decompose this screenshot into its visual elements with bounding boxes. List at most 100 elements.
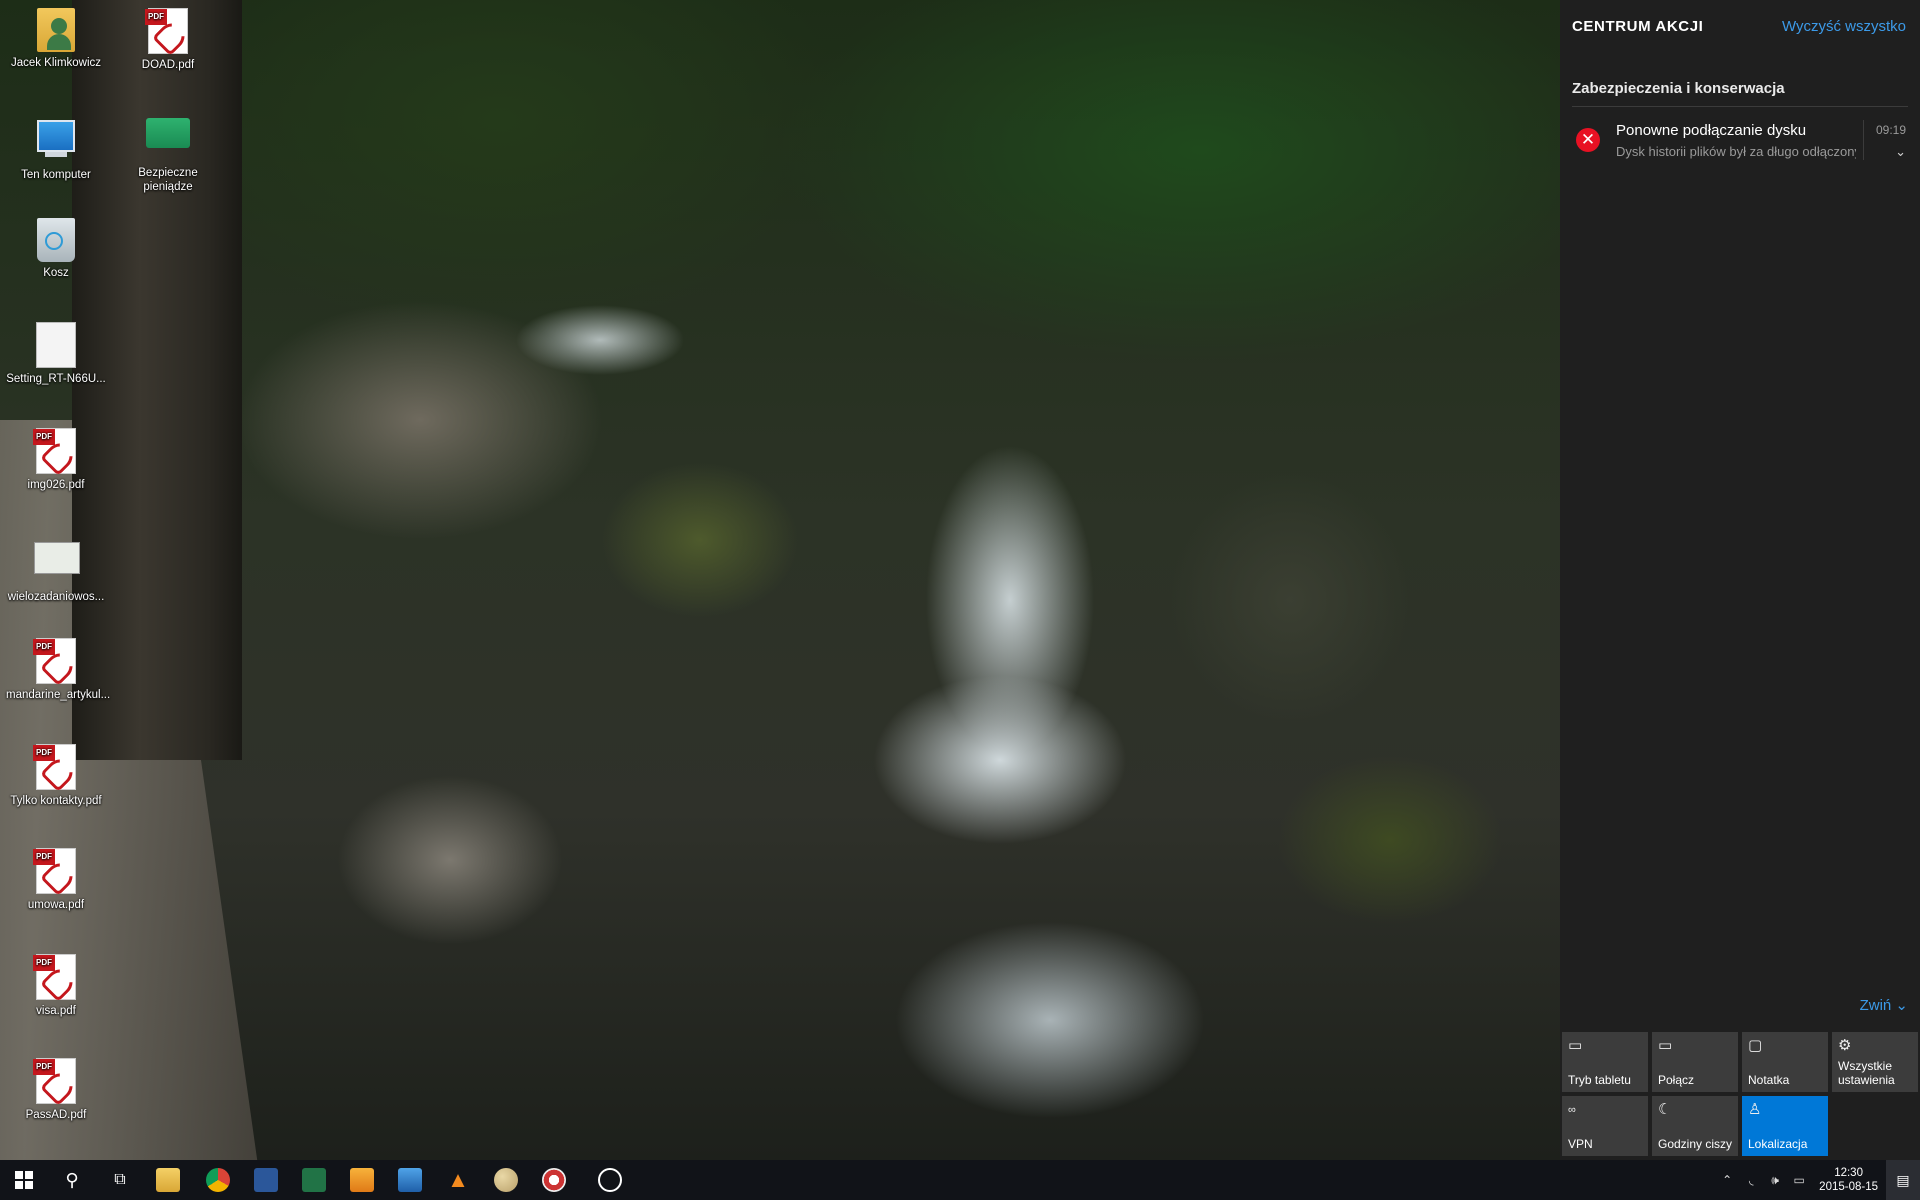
desktop-icon-doad-pdf[interactable]: PDF DOAD.pdf [118,8,218,72]
shortcut-icon [146,118,190,162]
pdf-file-icon: PDF [33,954,79,1003]
desktop-icon-mandarine-pdf[interactable]: PDF mandarine_artykul... [6,638,110,702]
action-center-icon: ▤ [1896,1171,1910,1188]
taskbar-media-player[interactable] [338,1160,386,1200]
file-explorer-icon [156,1168,180,1192]
taskbar-chrome[interactable] [194,1160,242,1200]
quick-action-location[interactable]: ♙ Lokalizacja [1742,1096,1828,1156]
task-view-button[interactable]: ⧉ [96,1160,144,1200]
location-icon: ♙ [1748,1101,1762,1118]
desktop-icon-label: Ten komputer [21,169,91,181]
desktop-icon-umowa-pdf[interactable]: PDF umowa.pdf [6,848,106,912]
desktop-icon-bezpieczne-pieniadze[interactable]: Bezpieczne pieniądze [118,112,218,194]
taskbar-file-explorer[interactable] [144,1160,192,1200]
connect-icon: ▭ [1658,1037,1673,1054]
pdf-file-icon: PDF [33,638,79,687]
gear-icon: ⚙ [1838,1037,1852,1054]
desktop-icon-label: Setting_RT-N66U... [6,373,106,385]
taskbar-word[interactable] [242,1160,290,1200]
taskbar-app[interactable] [530,1160,578,1200]
quick-action-quiet-hours[interactable]: ☾ Godziny ciszy [1652,1096,1738,1156]
quick-action-label: Godziny ciszy [1658,1137,1733,1151]
vpn-icon: ∞ [1568,1104,1576,1116]
remote-desktop-icon [398,1168,422,1192]
desktop-icon-tylko-kontakty-pdf[interactable]: PDF Tylko kontakty.pdf [6,744,106,808]
computer-icon [37,120,75,164]
desktop-icon-this-pc[interactable]: Ten komputer [6,112,106,182]
quick-action-connect[interactable]: ▭ Połącz [1652,1032,1738,1092]
clear-all-link[interactable]: Wyczyść wszystko [1782,18,1906,35]
quick-action-note[interactable]: ▢ Notatka [1742,1032,1828,1092]
taskbar: ⚲ ⧉ ▲ ⌃ ◟ 🕪 ▭ 12:30 2015-08-15 ▤ [0,1160,1920,1200]
group-divider [1572,106,1908,107]
word-icon [254,1168,278,1192]
clock-date: 2015-08-15 [1819,1181,1878,1193]
quick-action-vpn[interactable]: ∞ VPN [1562,1096,1648,1156]
desktop-icon-recycle-bin[interactable]: Kosz [6,218,106,280]
quick-action-label: Połącz [1658,1073,1695,1087]
quick-action-label: Wszystkie ustawienia [1838,1059,1895,1087]
user-folder-icon [37,8,75,52]
excel-icon [302,1168,326,1192]
desktop-icon-user-folder[interactable]: Jacek Klimkowicz [6,8,106,70]
desktop-icon-passad-pdf[interactable]: PDF PassAD.pdf [6,1058,106,1122]
collapse-link[interactable]: Zwiń ⌄ [1860,996,1908,1014]
collapse-label: Zwiń [1859,997,1892,1014]
notification-divider [1863,120,1864,160]
desktop-icon-label: Bezpieczne pieniądze [138,167,198,193]
paint-icon [494,1168,518,1192]
power-icon[interactable]: ▭ [1787,1173,1811,1187]
action-center-title: CENTRUM AKCJI [1572,18,1704,35]
moon-icon: ☾ [1658,1101,1672,1118]
chevron-up-icon[interactable]: ⌃ [1715,1173,1739,1187]
xbox-icon [598,1168,622,1192]
search-button[interactable]: ⚲ [48,1160,96,1200]
notification-time: 09:19 [1875,123,1906,137]
desktop-icon-visa-pdf[interactable]: PDF visa.pdf [6,954,106,1018]
desktop-icon-label: DOAD.pdf [141,59,195,71]
pdf-file-icon: PDF [33,1058,79,1107]
windows-logo-icon [15,1171,33,1189]
pdf-file-icon: PDF [145,8,191,57]
chevron-down-icon[interactable]: ⌄ [1895,144,1906,160]
volume-icon[interactable]: 🕪 [1763,1173,1787,1188]
image-file-icon [34,542,80,586]
desktop-icon-label: PassAD.pdf [25,1109,87,1121]
task-view-icon: ⧉ [114,1171,126,1188]
action-center-panel: CENTRUM AKCJI Wyczyść wszystko Zabezpiec… [1560,0,1920,1160]
quick-action-all-settings[interactable]: ⚙ Wszystkie ustawienia [1832,1032,1918,1092]
notification-group-title[interactable]: Zabezpieczenia i konserwacja [1572,80,1785,97]
taskbar-xbox[interactable] [586,1160,634,1200]
taskbar-excel[interactable] [290,1160,338,1200]
desktop-icon-img026-pdf[interactable]: PDF img026.pdf [6,428,106,492]
notification-item[interactable]: ✕ Ponowne podłączanie dysku Dysk histori… [1560,114,1920,168]
app-icon [542,1168,566,1192]
error-icon: ✕ [1576,128,1600,152]
pdf-file-icon: PDF [33,744,79,793]
taskbar-vlc[interactable]: ▲ [434,1160,482,1200]
desktop-icon-label: wielozadaniowos... [7,591,105,603]
vlc-icon: ▲ [447,1167,469,1192]
start-button[interactable] [0,1160,48,1200]
action-center-button[interactable]: ▤ [1886,1160,1920,1200]
quick-action-label: Tryb tabletu [1568,1073,1631,1087]
quick-action-label: VPN [1568,1137,1593,1151]
search-icon: ⚲ [65,1169,79,1190]
recycle-bin-icon [37,218,75,262]
note-icon: ▢ [1748,1037,1763,1054]
clock[interactable]: 12:30 2015-08-15 [1819,1166,1878,1194]
media-player-icon [350,1168,374,1192]
network-icon[interactable]: ◟ [1739,1173,1763,1187]
quick-action-tablet-mode[interactable]: ▭ Tryb tabletu [1562,1032,1648,1092]
quick-action-label: Notatka [1748,1073,1790,1087]
desktop-icon-setting-file[interactable]: Setting_RT-N66U... [6,322,106,386]
notification-title: Ponowne podłączanie dysku [1616,122,1807,139]
notification-body: Dysk historii plików był za długo odłącz… [1616,144,1856,159]
chevron-down-icon: ⌄ [1895,997,1908,1014]
taskbar-remote-desktop[interactable] [386,1160,434,1200]
desktop-icon-wielozadaniowosc[interactable]: wielozadaniowos... [6,534,106,604]
desktop-icon-label: umowa.pdf [27,899,85,911]
taskbar-paint[interactable] [482,1160,530,1200]
desktop-icon-label: img026.pdf [27,479,85,491]
file-icon [36,322,76,368]
